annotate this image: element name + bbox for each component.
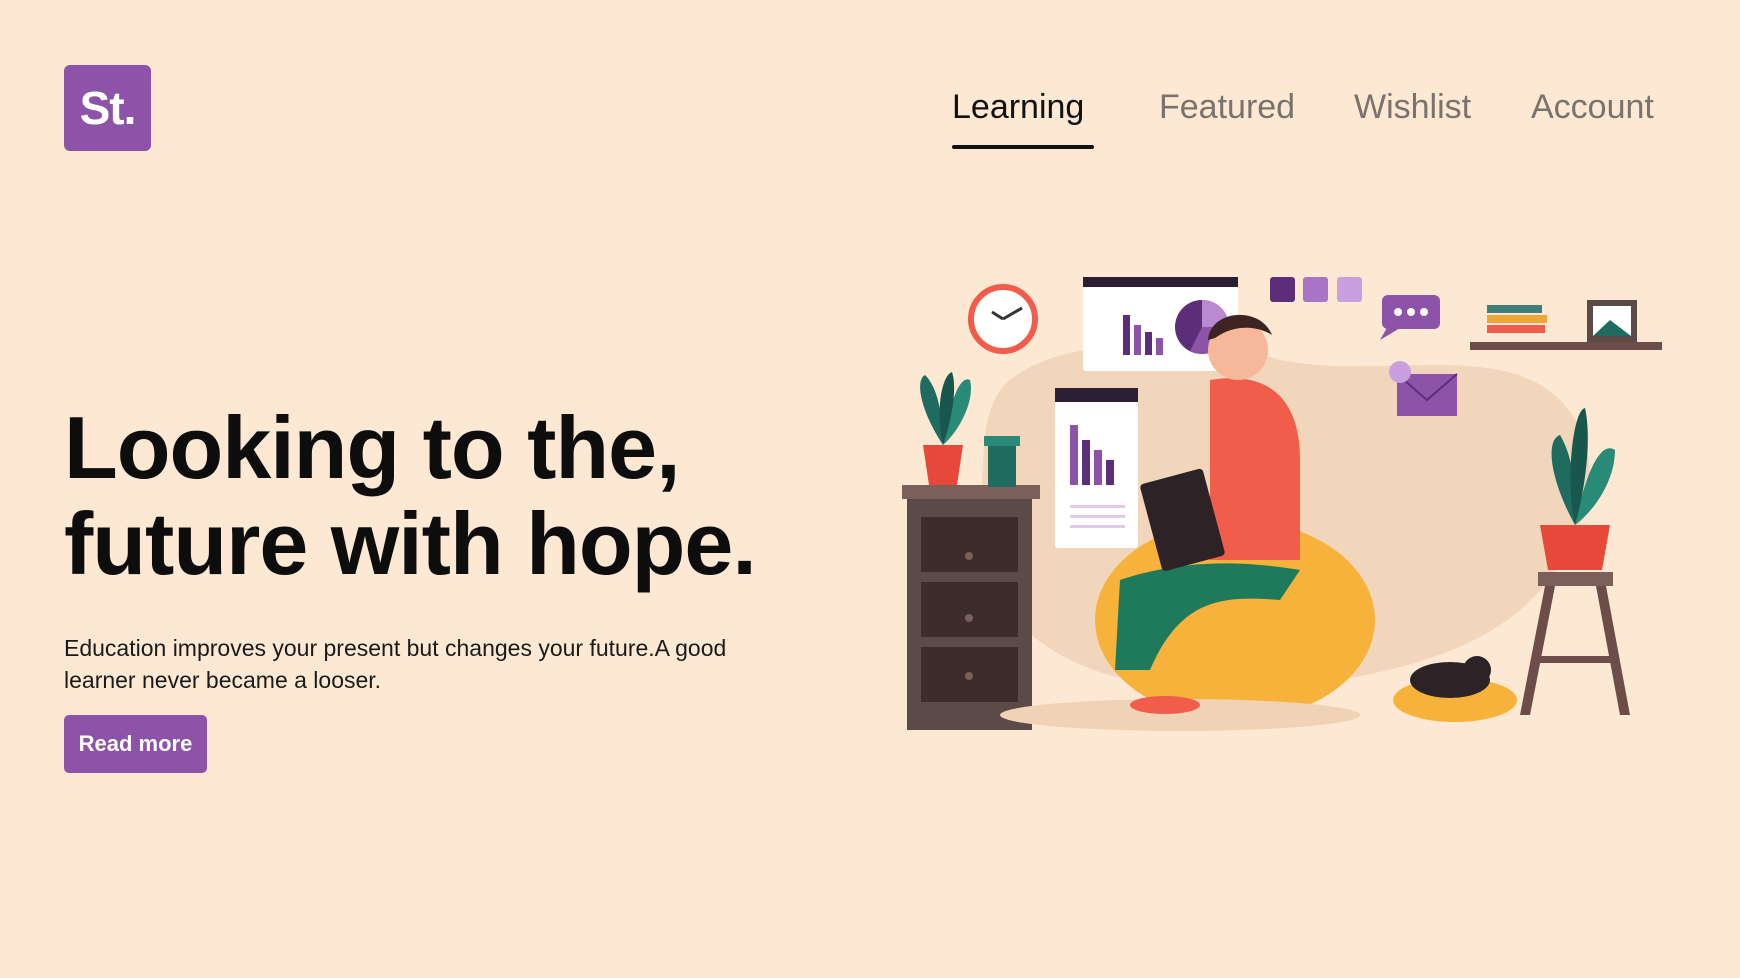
shelf xyxy=(1470,300,1662,350)
nav-item-featured[interactable]: Featured xyxy=(1159,88,1295,127)
plant-icon xyxy=(920,372,971,485)
headline-line-2: future with hope. xyxy=(64,494,757,593)
read-more-button[interactable]: Read more xyxy=(64,715,207,773)
phone-icon xyxy=(1337,277,1362,302)
hero-headline: Looking to the, future with hope. xyxy=(64,400,884,592)
at-icon xyxy=(1303,277,1328,302)
coffee-cup-icon xyxy=(984,436,1020,487)
small-chart-card xyxy=(1055,388,1138,548)
headline-line-1: Looking to the, xyxy=(64,398,681,497)
main-nav: Learning Featured Wishlist Account xyxy=(0,88,1740,158)
chat-bubble-icon xyxy=(1380,295,1440,340)
nav-item-wishlist[interactable]: Wishlist xyxy=(1354,88,1471,127)
nav-item-learning[interactable]: Learning xyxy=(952,88,1084,127)
dresser xyxy=(902,485,1040,730)
dollar-icon xyxy=(1270,277,1295,302)
books-icon xyxy=(1487,305,1542,313)
nav-item-account[interactable]: Account xyxy=(1531,88,1654,127)
hero-subtitle: Education improves your present but chan… xyxy=(64,635,727,693)
active-nav-underline xyxy=(952,145,1094,149)
clock-icon xyxy=(968,284,1038,354)
hero-illustration xyxy=(902,277,1662,731)
cat-icon xyxy=(1393,656,1517,722)
